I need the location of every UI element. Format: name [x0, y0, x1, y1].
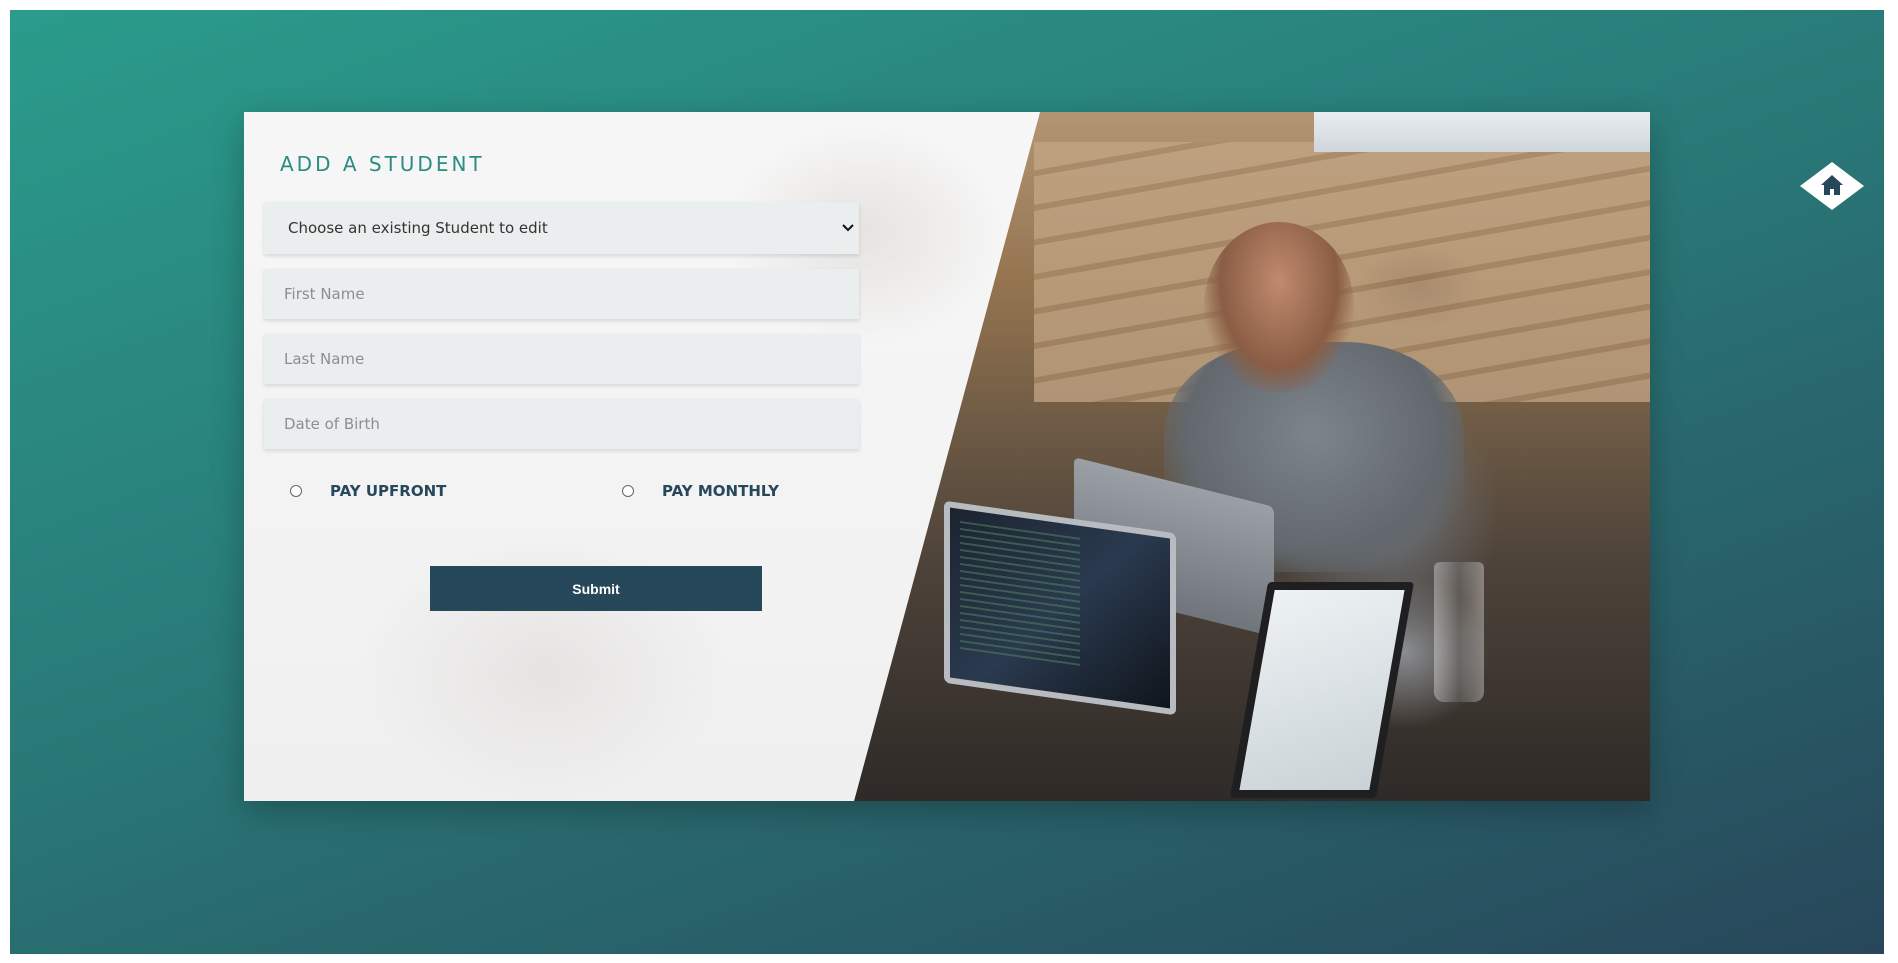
last-name-field[interactable] [264, 334, 859, 384]
first-name-field[interactable] [264, 269, 859, 319]
student-select[interactable]: Choose an existing Student to edit [264, 202, 859, 254]
pay-upfront-radio[interactable] [290, 485, 302, 497]
chevron-down-icon [841, 221, 855, 235]
submit-button[interactable]: Submit [430, 566, 762, 611]
add-student-card: ADD A STUDENT Choose an existing Student… [244, 112, 1650, 801]
date-of-birth-field[interactable] [264, 399, 859, 449]
home-icon [1800, 162, 1864, 210]
home-button[interactable] [1800, 162, 1864, 210]
pay-upfront-option[interactable]: PAY UPFRONT [290, 482, 446, 500]
pay-monthly-label: PAY MONTHLY [662, 482, 779, 500]
pay-monthly-option[interactable]: PAY MONTHLY [622, 482, 779, 500]
pay-upfront-label: PAY UPFRONT [330, 482, 447, 500]
student-select-value: Choose an existing Student to edit [288, 219, 548, 237]
pay-monthly-radio[interactable] [622, 485, 634, 497]
form-title: ADD A STUDENT [280, 152, 485, 176]
